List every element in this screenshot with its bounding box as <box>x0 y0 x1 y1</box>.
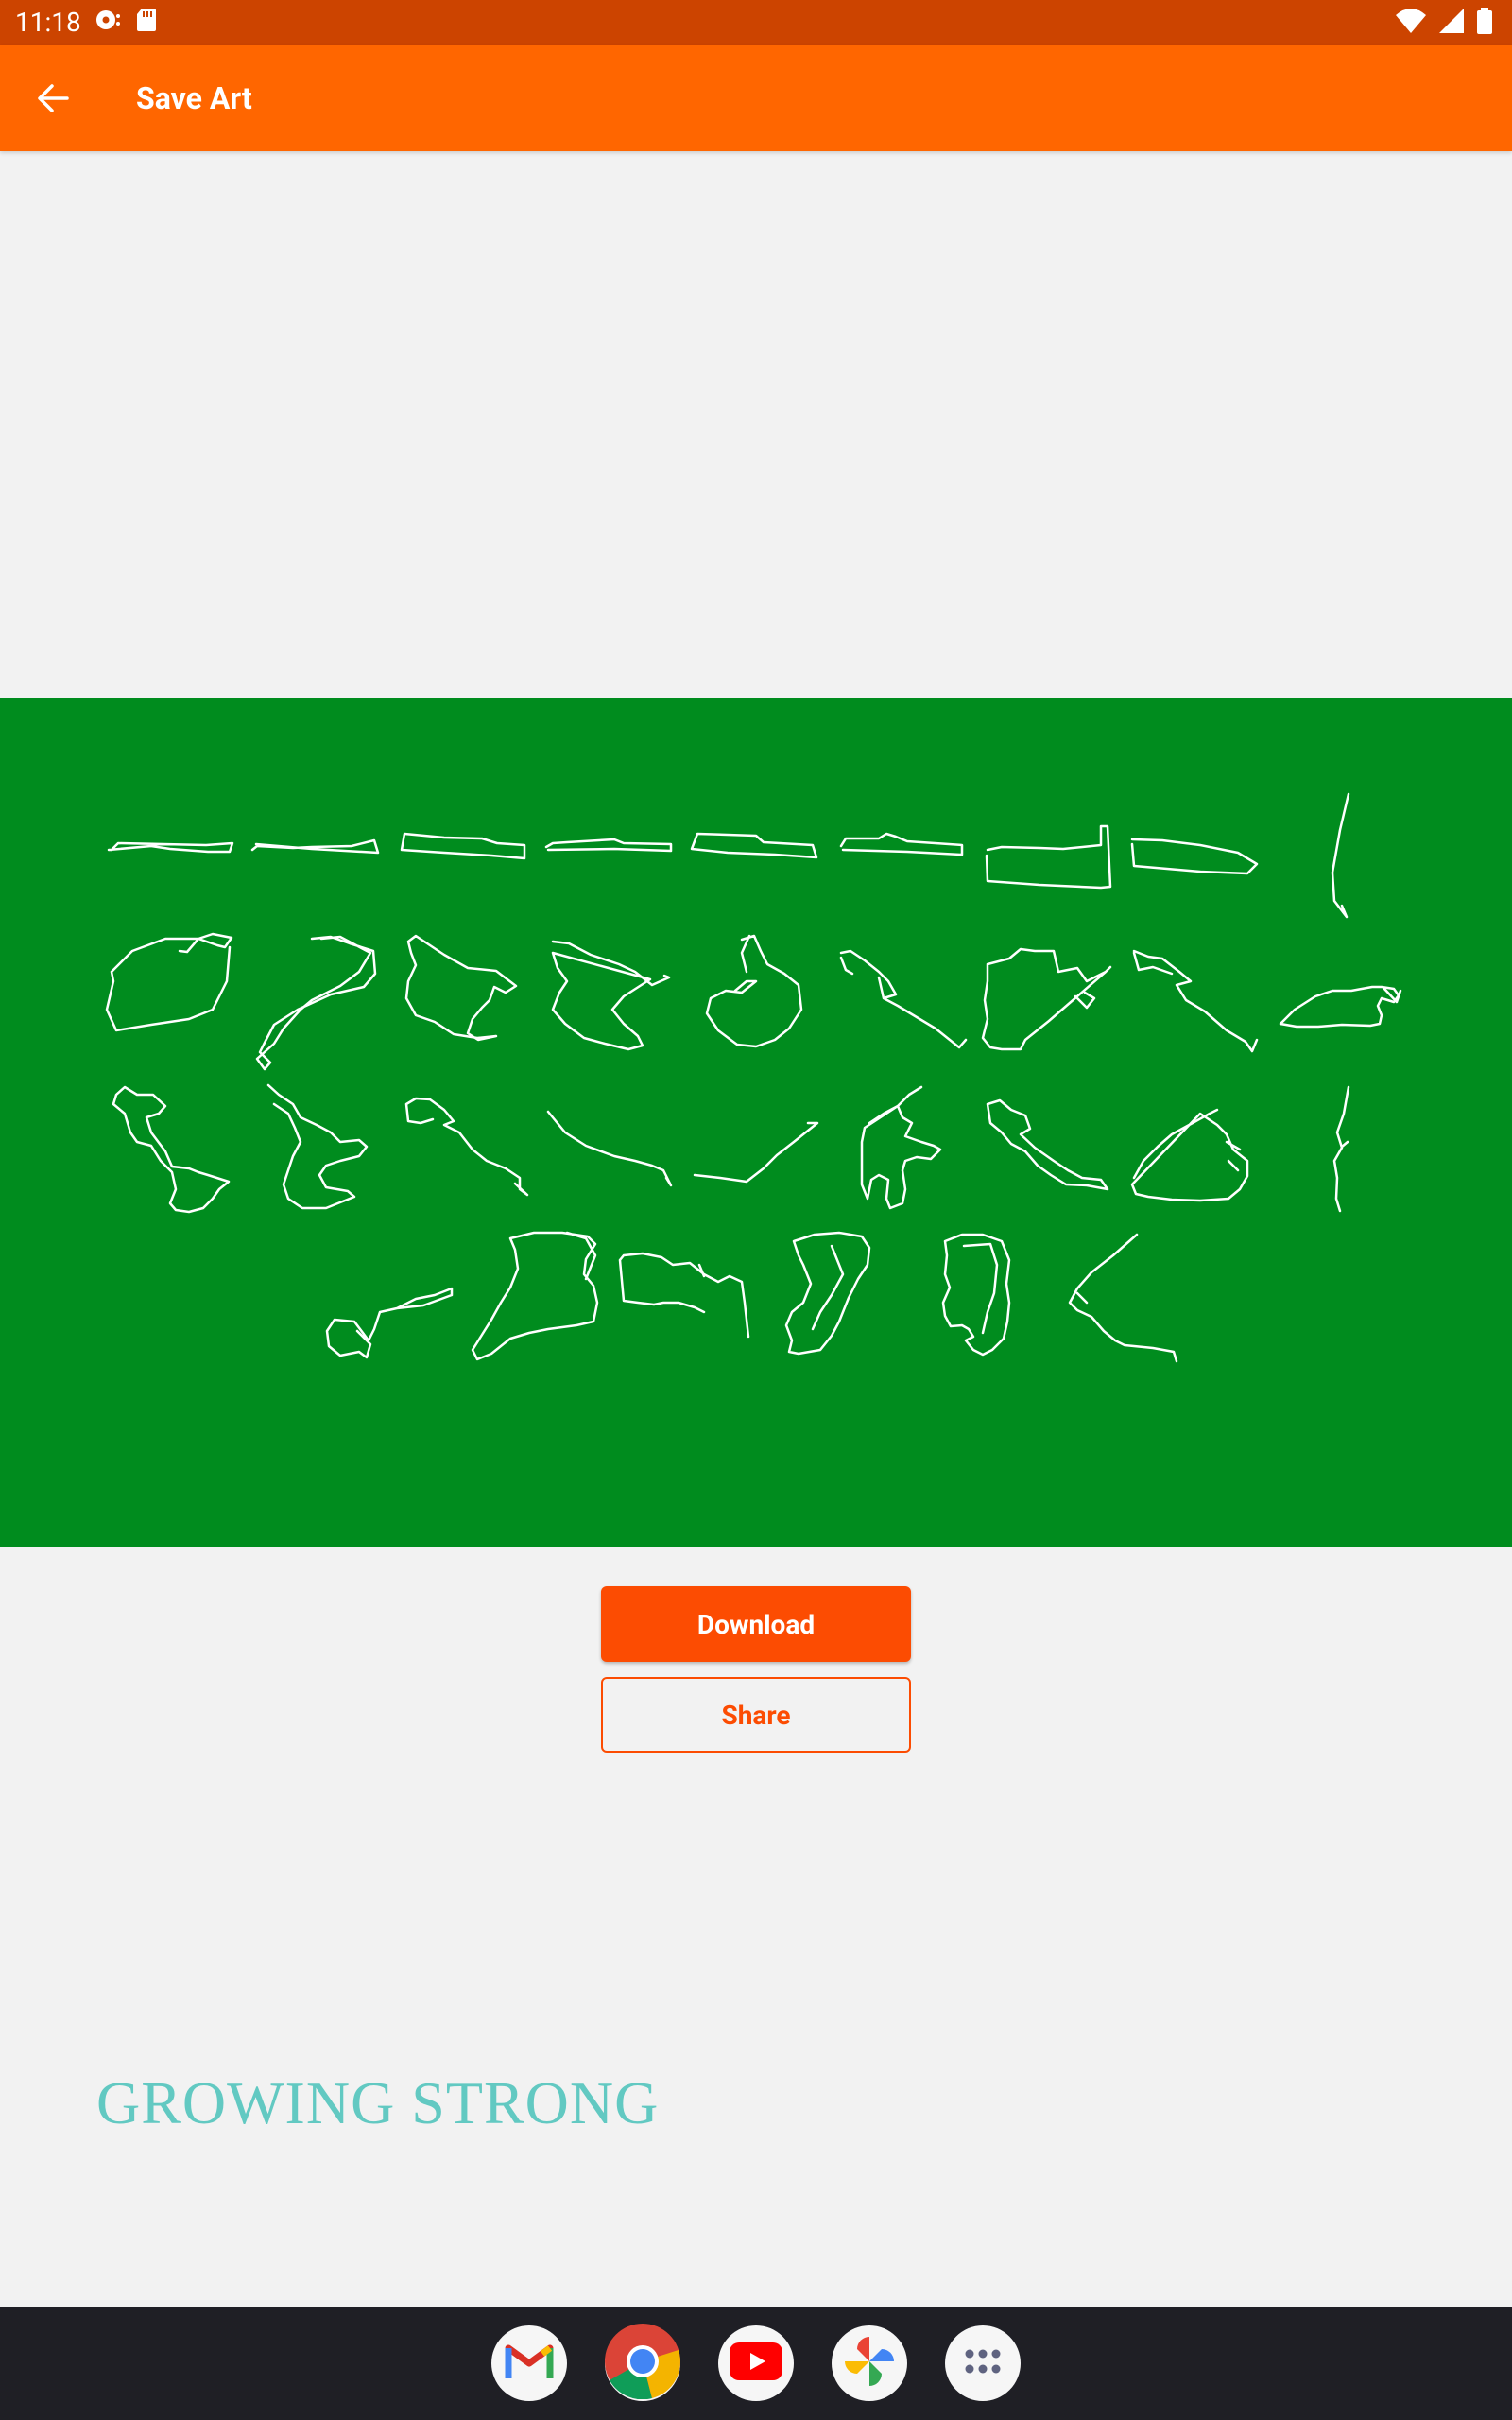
status-bar: 11:18 <box>0 0 1512 45</box>
share-button[interactable]: Share <box>601 1677 911 1753</box>
gmail-app[interactable] <box>491 2325 567 2401</box>
route-line <box>325 1287 454 1359</box>
route-line <box>1279 985 1402 1028</box>
route-line <box>705 934 803 1048</box>
route-line <box>1331 792 1350 919</box>
route-line <box>839 832 964 856</box>
route-line <box>1068 1233 1178 1363</box>
download-button[interactable]: Download <box>601 1586 911 1662</box>
route-line <box>860 1085 942 1210</box>
route-line <box>404 934 518 1042</box>
route-line <box>471 1231 599 1361</box>
app-drawer-button[interactable] <box>945 2325 1021 2401</box>
route-line <box>105 932 233 1032</box>
route-line <box>690 832 818 859</box>
route-art <box>105 792 1402 1363</box>
route-line <box>784 1231 871 1356</box>
app-dock <box>0 2307 1512 2420</box>
route-line <box>544 838 673 853</box>
photos-app[interactable] <box>832 2325 907 2401</box>
wifi-icon <box>1395 8 1427 38</box>
sd-card-icon <box>136 8 157 36</box>
route-line <box>941 1233 1011 1357</box>
status-icons-right <box>1395 8 1493 38</box>
route-line <box>1132 949 1259 1053</box>
route-line <box>400 832 526 860</box>
route-line <box>250 838 380 855</box>
photos-icon <box>841 2333 898 2394</box>
route-line <box>404 1097 529 1197</box>
back-button[interactable] <box>26 74 79 127</box>
app-bar: Save Art <box>0 45 1512 151</box>
route-line <box>618 1252 750 1339</box>
route-line <box>693 1121 819 1184</box>
art-caption: GROWING STRONG <box>96 2069 660 2136</box>
chrome-app[interactable] <box>605 2324 680 2403</box>
gmail-icon <box>505 2342 554 2384</box>
route-line <box>1130 838 1259 875</box>
signal-icon <box>1438 8 1465 38</box>
media-icon <box>94 8 123 36</box>
route-line <box>839 949 968 1049</box>
battery-icon <box>1476 8 1493 38</box>
youtube-icon <box>730 2342 782 2384</box>
route-line <box>546 1110 673 1187</box>
app-drawer-icon <box>964 2348 1002 2378</box>
arrow-back-icon <box>36 81 70 119</box>
route-line <box>107 841 234 854</box>
route-line <box>112 1085 231 1214</box>
route-line <box>1130 1108 1249 1202</box>
route-line <box>255 935 377 1071</box>
status-time: 11:18 <box>15 7 81 38</box>
route-art-canvas: GROWING STRONG <box>0 698 1512 2134</box>
page-title: Save Art <box>136 80 252 116</box>
route-line <box>1332 1085 1350 1213</box>
chrome-icon <box>605 2324 680 2403</box>
route-line <box>551 940 671 1051</box>
route-line <box>986 1098 1109 1191</box>
route-line <box>981 947 1112 1051</box>
status-icons-left <box>94 8 157 36</box>
youtube-app[interactable] <box>718 2325 794 2401</box>
route-line <box>266 1083 369 1210</box>
route-line <box>985 824 1112 890</box>
